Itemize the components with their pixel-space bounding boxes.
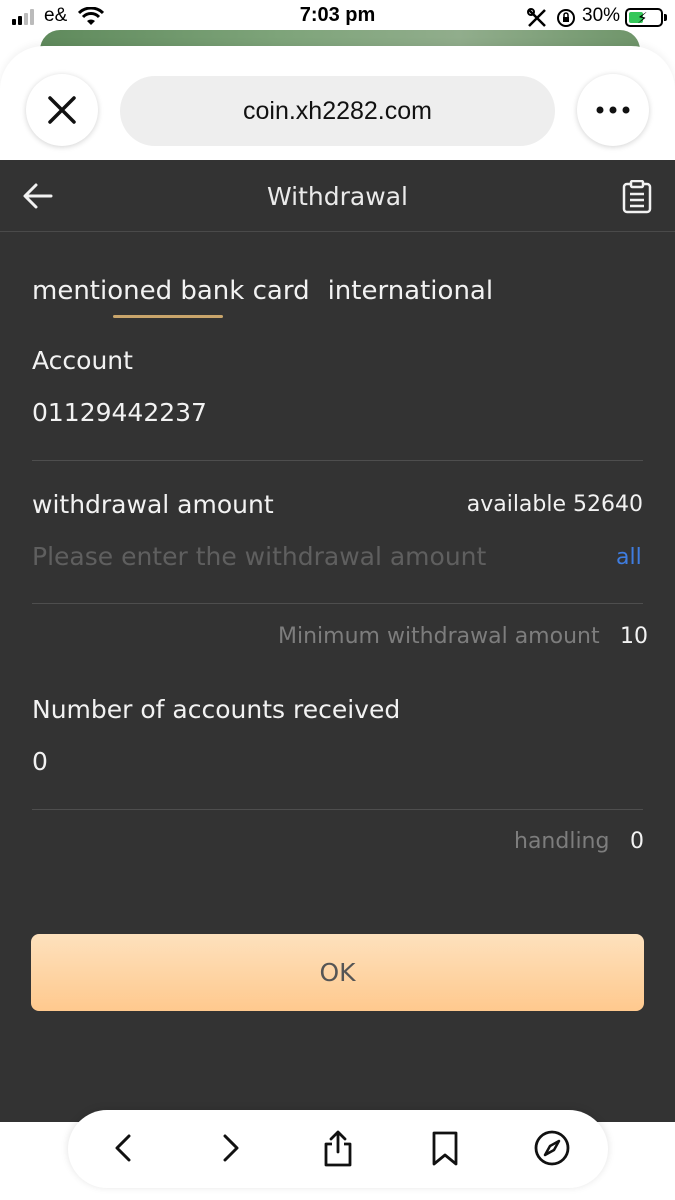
ok-button[interactable]: OK (31, 934, 644, 1011)
divider (32, 603, 643, 604)
tab-bank-card[interactable]: mentioned bank card (32, 276, 310, 306)
more-options-button[interactable] (577, 74, 649, 146)
app-header: Withdrawal (0, 160, 675, 232)
active-tab-indicator (113, 315, 223, 318)
battery-icon: ⚡ (625, 8, 663, 27)
withdrawal-amount-label: withdrawal amount (32, 490, 274, 519)
browser-back-icon[interactable] (104, 1128, 144, 1168)
more-icon (596, 106, 630, 114)
account-value: 01129442237 (32, 398, 207, 427)
minimum-withdrawal-value: 10 (620, 624, 648, 649)
rotation-lock-icon (557, 9, 575, 27)
close-icon (48, 96, 76, 124)
records-icon[interactable] (622, 180, 652, 214)
withdrawal-amount-input[interactable]: Please enter the withdrawal amount (32, 542, 486, 571)
divider (32, 809, 643, 810)
browser-forward-icon[interactable] (210, 1128, 250, 1168)
minimum-withdrawal-label: Minimum withdrawal amount (278, 624, 600, 649)
all-button[interactable]: all (616, 545, 642, 570)
handling-fee-label: handling (514, 829, 610, 854)
accounts-received-value: 0 (32, 747, 48, 776)
accounts-received-label: Number of accounts received (32, 695, 401, 724)
available-balance: available 52640 (466, 492, 643, 517)
compass-icon[interactable] (532, 1128, 572, 1168)
handling-fee-value: 0 (630, 829, 644, 854)
bookmarks-icon[interactable] (425, 1128, 465, 1168)
page-title: Withdrawal (267, 182, 408, 211)
tools-icon (527, 8, 546, 27)
browser-address-bar: coin.xh2282.com (0, 46, 675, 160)
url-field[interactable]: coin.xh2282.com (120, 76, 555, 146)
withdrawal-page: Withdrawal mentioned bank card internati… (0, 160, 675, 1122)
withdrawal-tabs: mentioned bank card international (32, 276, 493, 306)
tab-international[interactable]: international (328, 276, 494, 306)
share-icon[interactable] (318, 1128, 358, 1168)
close-button[interactable] (26, 74, 98, 146)
account-label: Account (32, 346, 133, 375)
battery-percent: 30% (582, 5, 621, 26)
battery-tip (664, 14, 667, 21)
divider (32, 460, 643, 461)
